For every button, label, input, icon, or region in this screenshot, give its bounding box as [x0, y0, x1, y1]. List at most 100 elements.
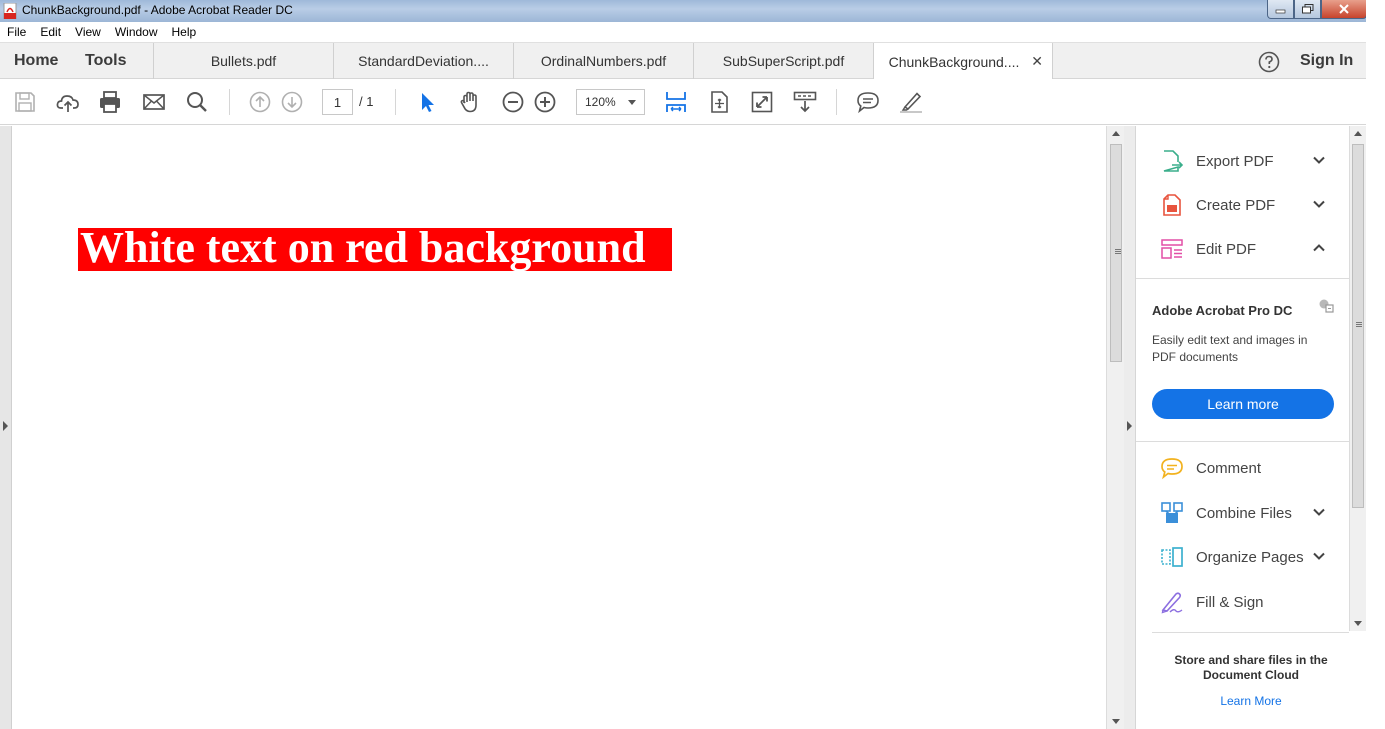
tool-combine-files[interactable]: Combine Files	[1136, 493, 1349, 533]
minimize-icon	[1275, 9, 1285, 14]
close-tab-icon[interactable]: ✕	[1031, 53, 1043, 70]
tab-standard-deviation[interactable]: StandardDeviation....	[333, 43, 513, 79]
zoom-select[interactable]: 120%	[576, 89, 645, 115]
scroll-thumb[interactable]	[1110, 144, 1122, 362]
next-page-icon[interactable]	[280, 90, 304, 114]
upload-cloud-icon[interactable]	[56, 90, 80, 114]
tab-label: Bullets.pdf	[210, 53, 277, 69]
grip-line	[1115, 253, 1121, 254]
tool-label: Edit PDF	[1196, 241, 1257, 258]
search-icon[interactable]	[185, 90, 209, 114]
document-cloud-text: Store and share files in the Document Cl…	[1174, 653, 1328, 682]
tool-organize-pages[interactable]: Organize Pages	[1136, 537, 1349, 577]
tools-pane: Export PDF Create PDF Edit PDF Adobe Acr…	[1136, 126, 1349, 729]
full-screen-icon[interactable]	[750, 90, 774, 114]
tab-chunk-background[interactable]: ChunkBackground.... ✕	[873, 43, 1053, 80]
tool-label: Create PDF	[1196, 197, 1276, 214]
window-title: ChunkBackground.pdf - Adobe Acrobat Read…	[22, 3, 293, 17]
combine-files-icon	[1161, 502, 1183, 523]
highlight-icon[interactable]	[899, 90, 923, 114]
chevron-down-icon[interactable]	[1312, 551, 1326, 561]
create-pdf-icon	[1163, 194, 1181, 216]
grip-line	[1356, 322, 1362, 323]
zoom-out-icon[interactable]	[501, 90, 525, 114]
previous-page-icon[interactable]	[248, 90, 272, 114]
rotate-view-icon[interactable]	[707, 90, 731, 114]
zoom-value: 120%	[585, 95, 616, 109]
scroll-thumb[interactable]	[1352, 144, 1364, 508]
menu-edit[interactable]: Edit	[40, 25, 61, 39]
close-icon	[1339, 4, 1349, 14]
home-link[interactable]: Home	[14, 52, 58, 70]
menu-bar: File Edit View Window Help	[0, 22, 1385, 42]
hand-tool-icon[interactable]	[458, 90, 482, 114]
scroll-up-arrow-icon[interactable]	[1354, 131, 1362, 136]
toolbar-separator	[229, 89, 230, 115]
page-total: / 1	[359, 94, 374, 109]
chevron-down-icon[interactable]	[1312, 507, 1326, 517]
print-icon[interactable]	[98, 90, 122, 114]
window-controls	[1267, 0, 1367, 19]
tab-bullets[interactable]: Bullets.pdf	[153, 43, 333, 79]
document-cloud-learn-more-link[interactable]: Learn More	[1156, 694, 1346, 708]
right-pane-toggle[interactable]	[1124, 126, 1136, 729]
email-icon[interactable]	[142, 90, 166, 114]
promo-title: Adobe Acrobat Pro DC	[1152, 303, 1293, 318]
tool-label: Combine Files	[1196, 505, 1292, 522]
tool-fill-sign[interactable]: Fill & Sign	[1136, 582, 1349, 622]
select-cursor-icon[interactable]	[415, 90, 439, 114]
help-icon[interactable]	[1258, 51, 1280, 73]
tool-label: Comment	[1196, 460, 1262, 477]
left-nav-pane-toggle[interactable]	[0, 126, 12, 729]
tab-label: OrdinalNumbers.pdf	[540, 53, 667, 69]
tab-sub-super-script[interactable]: SubSuperScript.pdf	[693, 43, 873, 79]
title-bar: ChunkBackground.pdf - Adobe Acrobat Read…	[0, 0, 1385, 22]
tool-comment[interactable]: Comment	[1136, 448, 1349, 488]
chevron-down-icon[interactable]	[1312, 155, 1326, 165]
chevron-up-icon[interactable]	[1312, 243, 1326, 253]
tool-export-pdf[interactable]: Export PDF	[1136, 141, 1349, 181]
grip-line	[1356, 324, 1362, 325]
minimize-button[interactable]	[1267, 0, 1294, 19]
fit-page-icon[interactable]	[664, 90, 688, 114]
scroll-down-arrow-icon[interactable]	[1354, 621, 1362, 626]
pane-divider	[1136, 278, 1349, 279]
zoom-in-icon[interactable]	[533, 90, 557, 114]
save-icon[interactable]	[13, 90, 37, 114]
scroll-down-arrow-icon[interactable]	[1112, 719, 1120, 724]
tool-edit-pdf[interactable]: Edit PDF	[1136, 229, 1349, 269]
sign-in-link[interactable]: Sign In	[1300, 52, 1353, 70]
export-pdf-icon	[1163, 150, 1184, 172]
toolbar: 1 / 1 120%	[0, 79, 1366, 125]
scroll-up-arrow-icon[interactable]	[1112, 131, 1120, 136]
chevron-down-icon[interactable]	[1312, 199, 1326, 209]
close-window-button[interactable]	[1321, 0, 1367, 19]
tab-ordinal-numbers[interactable]: OrdinalNumbers.pdf	[513, 43, 693, 79]
menu-window[interactable]: Window	[115, 25, 158, 39]
comment-icon	[1161, 458, 1183, 480]
menu-help[interactable]: Help	[172, 25, 197, 39]
pdf-page	[12, 126, 1106, 729]
expand-arrow-icon	[3, 421, 8, 431]
pane-divider	[1136, 441, 1349, 442]
tool-label: Export PDF	[1196, 153, 1274, 170]
tab-bar: Home Tools Bullets.pdf StandardDeviation…	[0, 42, 1366, 80]
document-text-red-background: White text on red background	[78, 228, 672, 271]
tool-create-pdf[interactable]: Create PDF	[1136, 185, 1349, 225]
menu-view[interactable]: View	[75, 25, 101, 39]
promo-description: Easily edit text and images in PDF docum…	[1152, 333, 1308, 364]
menu-file[interactable]: File	[7, 25, 26, 39]
learn-more-button[interactable]: Learn more	[1152, 389, 1334, 419]
read-mode-icon[interactable]	[793, 90, 817, 114]
tools-link[interactable]: Tools	[85, 52, 126, 70]
fill-sign-icon	[1161, 592, 1183, 614]
collapse-arrow-icon	[1127, 421, 1132, 431]
document-scrollbar[interactable]	[1106, 126, 1124, 729]
restore-icon	[1301, 4, 1313, 14]
maximize-button[interactable]	[1294, 0, 1321, 19]
comment-icon[interactable]	[856, 90, 880, 114]
window-edge	[1366, 0, 1385, 729]
acrobat-app-icon	[3, 3, 17, 19]
tools-pane-scrollbar[interactable]	[1349, 126, 1366, 631]
page-number-input[interactable]: 1	[322, 89, 353, 115]
